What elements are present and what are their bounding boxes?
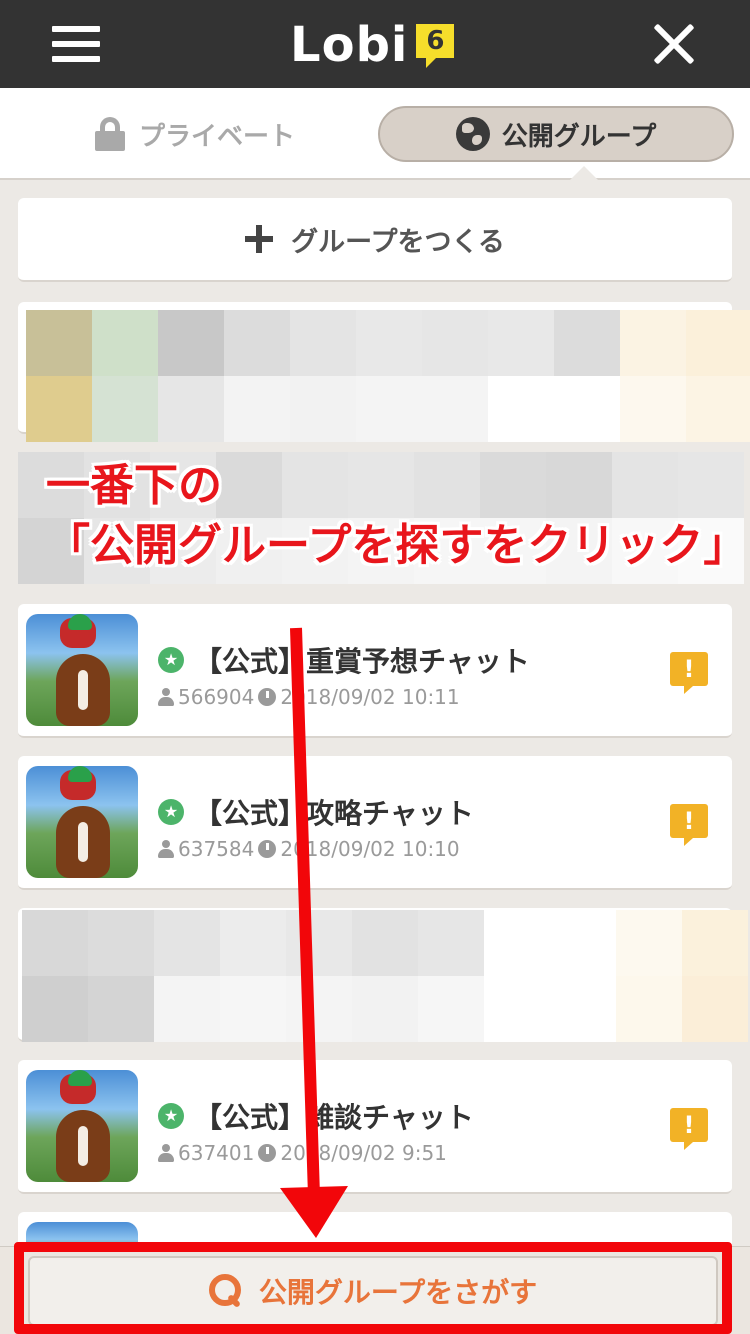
create-group-label: グループをつくる [291, 226, 505, 258]
search-button-label: 公開グループをさがす [258, 1276, 538, 1309]
group-info: ★ 【公式】攻略チャット 637584 2018/09/02 10:10 [158, 792, 474, 862]
group-card-blurred[interactable] [18, 302, 750, 442]
search-public-groups-button[interactable]: 公開グループをさがす [28, 1256, 718, 1326]
clock-icon [258, 1144, 277, 1162]
group-thumbnail [26, 1070, 138, 1182]
group-card[interactable]: ★ 【公式】雑談チャット 637401 2018/09/02 9:51 ! [18, 1060, 732, 1194]
annotation-line-2: 「公開グループを探すをクリック」 [46, 520, 748, 571]
star-icon: ★ [158, 647, 184, 673]
group-title: 【公式】重賞予想チャット [194, 645, 530, 678]
annotation-line-1: 一番下の [46, 460, 222, 511]
tutorial-annotation: 一番下の 「公開グループを探すをクリック」 [46, 456, 747, 576]
tab-private-label: プライベート [138, 121, 295, 152]
group-info: ★ 【公式】重賞予想チャット 566904 2018/09/02 10:11 [158, 640, 530, 710]
member-count: 566904 [178, 685, 255, 709]
group-title: 【公式】雑談チャット [194, 1101, 474, 1134]
tab-private[interactable]: プライベート [30, 106, 360, 162]
group-tabs: プライベート 公開グループ [0, 88, 750, 180]
group-card[interactable]: ★ 【公式】重賞予想チャット 566904 2018/09/02 10:11 ! [18, 604, 732, 738]
star-icon: ★ [158, 1103, 184, 1129]
notice-icon[interactable]: ! [670, 804, 708, 846]
app-header: Lobi 6 [0, 0, 750, 88]
globe-icon [455, 117, 490, 151]
member-count: 637584 [178, 837, 255, 861]
group-card-blurred[interactable] [18, 908, 748, 1042]
group-title: 【公式】攻略チャット [194, 797, 474, 830]
blurred-content [26, 310, 750, 442]
group-card[interactable]: ★ 【公式】攻略チャット 637584 2018/09/02 10:10 ! [18, 756, 732, 890]
clock-icon [258, 840, 277, 858]
group-thumbnail [26, 766, 138, 878]
blurred-content [22, 910, 748, 1042]
clock-icon [258, 688, 277, 706]
tab-public[interactable]: 公開グループ [378, 106, 734, 162]
group-thumbnail [26, 614, 138, 726]
create-group-button[interactable]: グループをつくる [18, 198, 732, 282]
plus-icon [245, 225, 274, 253]
user-icon [158, 1144, 174, 1162]
search-icon [208, 1274, 243, 1308]
last-updated: 2018/09/02 9:51 [280, 1141, 447, 1165]
last-updated: 2018/09/02 10:11 [280, 685, 460, 709]
lock-icon [94, 117, 125, 151]
last-updated: 2018/09/02 10:10 [280, 837, 460, 861]
group-info: ★ 【公式】雑談チャット 637401 2018/09/02 9:51 [158, 1096, 474, 1166]
star-icon: ★ [158, 799, 184, 825]
notice-icon[interactable]: ! [670, 1108, 708, 1150]
notice-icon[interactable]: ! [670, 652, 708, 694]
lobi-logo: Lobi 6 [290, 17, 455, 74]
menu-icon[interactable] [52, 26, 100, 62]
version-badge: 6 [416, 24, 455, 68]
tab-pointer [570, 166, 598, 180]
member-count: 637401 [178, 1141, 255, 1165]
user-icon [158, 840, 174, 858]
tab-public-label: 公開グループ [501, 121, 657, 152]
user-icon [158, 688, 174, 706]
close-icon[interactable] [652, 22, 696, 66]
logo-text: Lobi [290, 17, 409, 73]
